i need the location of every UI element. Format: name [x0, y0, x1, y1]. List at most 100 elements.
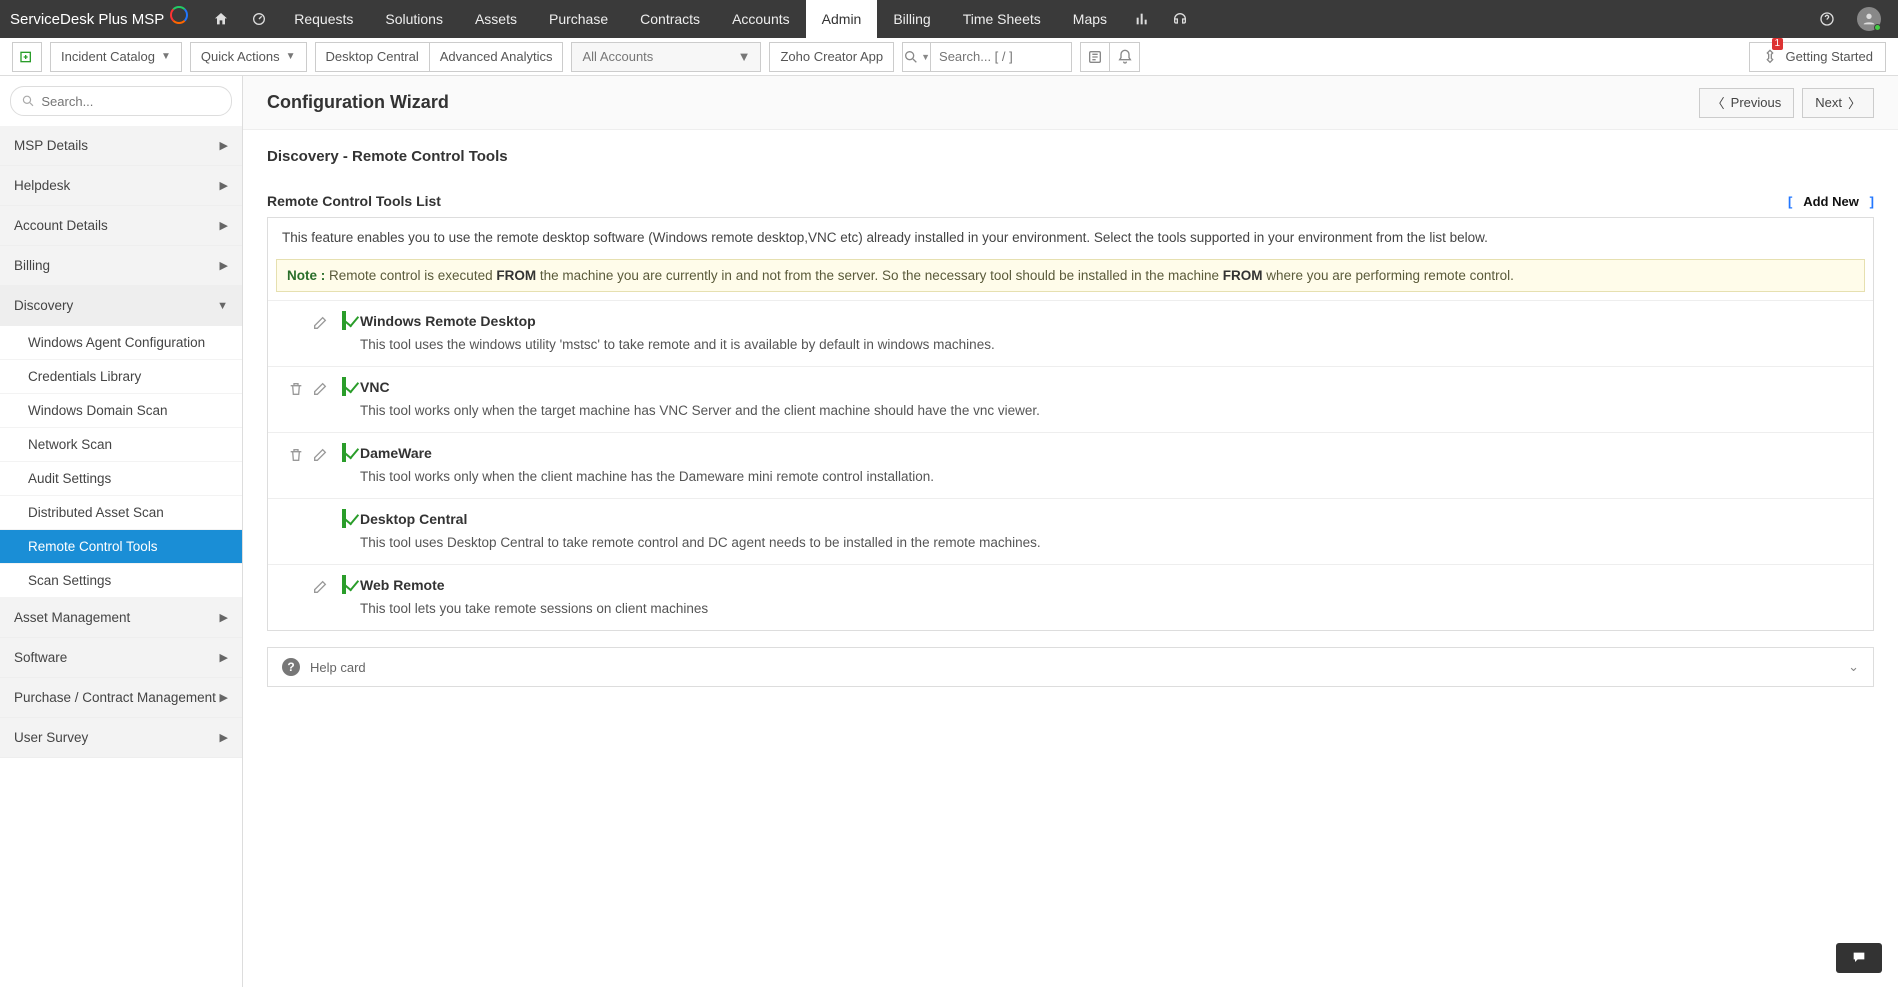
quick-actions-menu[interactable]: Quick Actions ▼	[190, 42, 307, 72]
chevron-right-icon: 〉	[1848, 93, 1861, 112]
enabled-check-icon[interactable]	[342, 575, 346, 594]
nav-tab-assets[interactable]: Assets	[459, 0, 533, 38]
sidebar-group-account[interactable]: Account Details ▶	[0, 206, 242, 246]
nav-tab-solutions[interactable]: Solutions	[369, 0, 459, 38]
chevron-down-icon: ▼	[217, 300, 228, 312]
bracket-left: [	[1788, 194, 1792, 209]
sidebar-item-scan-settings[interactable]: Scan Settings	[0, 564, 242, 598]
support-icon[interactable]	[1161, 0, 1199, 38]
chevron-right-icon: ▶	[220, 611, 228, 624]
help-card[interactable]: ? Help card ⌄	[267, 647, 1874, 687]
tool-row: DameWareThis tool works only when the cl…	[268, 432, 1873, 498]
enabled-check-icon[interactable]	[342, 509, 346, 528]
note-from-1: FROM	[496, 268, 536, 283]
search-input[interactable]	[931, 49, 1071, 64]
caret-down-icon: ▼	[286, 51, 296, 62]
next-button[interactable]: Next 〉	[1802, 88, 1874, 118]
enabled-check-icon[interactable]	[342, 377, 346, 396]
delete-icon[interactable]	[288, 447, 304, 463]
edit-icon[interactable]	[312, 315, 328, 331]
add-new-link[interactable]: [ Add New ]	[1788, 194, 1874, 209]
enabled-check-icon[interactable]	[342, 311, 346, 330]
nav-tab-purchase[interactable]: Purchase	[533, 0, 624, 38]
enabled-check-icon[interactable]	[342, 443, 346, 462]
dashboard-icon[interactable]	[240, 0, 278, 38]
toolbar: Incident Catalog ▼ Quick Actions ▼ Deskt…	[0, 38, 1898, 76]
sidebar-group-helpdesk[interactable]: Helpdesk ▶	[0, 166, 242, 206]
nav-tab-contracts[interactable]: Contracts	[624, 0, 716, 38]
help-icon[interactable]	[1808, 0, 1846, 38]
tool-desc: This tool lets you take remote sessions …	[360, 601, 1859, 616]
nav-tab-admin[interactable]: Admin	[806, 0, 878, 38]
incident-catalog-label: Incident Catalog	[61, 49, 155, 64]
nav-tab-timesheets[interactable]: Time Sheets	[947, 0, 1057, 38]
chevron-right-icon: ▶	[220, 651, 228, 664]
note-box: Note : Remote control is executed FROM t…	[276, 259, 1865, 292]
note-label: Note :	[287, 268, 325, 283]
chevron-right-icon: ▶	[220, 259, 228, 272]
edit-icon[interactable]	[312, 381, 328, 397]
quick-actions-label: Quick Actions	[201, 49, 280, 64]
global-search[interactable]: ▼	[902, 42, 1072, 72]
new-request-icon[interactable]	[12, 42, 42, 72]
incident-catalog-menu[interactable]: Incident Catalog ▼	[50, 42, 182, 72]
home-icon[interactable]	[202, 0, 240, 38]
list-title: Remote Control Tools List	[267, 193, 441, 209]
delete-icon[interactable]	[288, 381, 304, 397]
sidebar-group-software[interactable]: Software ▶	[0, 638, 242, 678]
sidebar-item-credentials[interactable]: Credentials Library	[0, 360, 242, 394]
chevron-right-icon: ▶	[220, 179, 228, 192]
zoho-creator-link[interactable]: Zoho Creator App	[769, 42, 894, 72]
sidebar-group-purchase[interactable]: Purchase / Contract Management ▶	[0, 678, 242, 718]
tools-panel: This feature enables you to use the remo…	[267, 217, 1874, 631]
sidebar-group-msp[interactable]: MSP Details ▶	[0, 126, 242, 166]
sidebar-search[interactable]	[10, 86, 232, 116]
chevron-down-icon: ⌄	[1848, 659, 1859, 675]
sidebar-item-distributed-scan[interactable]: Distributed Asset Scan	[0, 496, 242, 530]
caret-down-icon: ▼	[921, 52, 930, 62]
tool-desc: This tool uses the windows utility 'msts…	[360, 337, 1859, 352]
nav-tab-requests[interactable]: Requests	[278, 0, 369, 38]
previous-label: Previous	[1731, 95, 1782, 110]
previous-button[interactable]: 〈 Previous	[1699, 88, 1795, 118]
reports-icon[interactable]	[1123, 0, 1161, 38]
avatar-icon	[1857, 7, 1881, 31]
tool-title: DameWare	[360, 445, 1859, 461]
sidebar-group-survey[interactable]: User Survey ▶	[0, 718, 242, 758]
chevron-right-icon: ▶	[220, 219, 228, 232]
brand: ServiceDesk Plus MSP	[10, 10, 188, 28]
sidebar-group-asset[interactable]: Asset Management ▶	[0, 598, 242, 638]
getting-started-button[interactable]: 1 Getting Started	[1749, 42, 1886, 72]
pin-icon	[1762, 49, 1778, 65]
notifications-icon[interactable]	[1110, 42, 1140, 72]
tool-desc: This tool uses Desktop Central to take r…	[360, 535, 1859, 550]
nav-tab-accounts[interactable]: Accounts	[716, 0, 806, 38]
profile-menu[interactable]	[1850, 0, 1888, 38]
nav-tab-maps[interactable]: Maps	[1057, 0, 1123, 38]
desktop-central-link[interactable]: Desktop Central	[315, 42, 429, 72]
sidebar-group-label: Purchase / Contract Management	[14, 690, 216, 705]
getting-started-badge: 1	[1772, 38, 1784, 50]
tool-title: Windows Remote Desktop	[360, 313, 1859, 329]
chat-fab[interactable]	[1836, 943, 1882, 973]
edit-icon[interactable]	[312, 447, 328, 463]
brand-logo-icon	[170, 6, 188, 24]
account-selector[interactable]: All Accounts ▼	[571, 42, 761, 72]
sidebar-search-input[interactable]	[41, 94, 221, 109]
sidebar-group-discovery[interactable]: Discovery ▼	[0, 286, 242, 326]
brand-name: ServiceDesk Plus MSP	[10, 11, 164, 28]
nav-tab-billing[interactable]: Billing	[877, 0, 946, 38]
advanced-analytics-link[interactable]: Advanced Analytics	[429, 42, 564, 72]
search-scope-icon[interactable]: ▼	[903, 43, 931, 71]
sidebar-item-network-scan[interactable]: Network Scan	[0, 428, 242, 462]
sidebar-item-windows-agent[interactable]: Windows Agent Configuration	[0, 326, 242, 360]
sidebar-item-domain-scan[interactable]: Windows Domain Scan	[0, 394, 242, 428]
chevron-right-icon: ▶	[220, 691, 228, 704]
sidebar-item-audit-settings[interactable]: Audit Settings	[0, 462, 242, 496]
sidebar-item-remote-control[interactable]: Remote Control Tools	[0, 530, 242, 564]
sidebar-group-billing[interactable]: Billing ▶	[0, 246, 242, 286]
recent-items-icon[interactable]	[1080, 42, 1110, 72]
edit-icon[interactable]	[312, 579, 328, 595]
chevron-left-icon: 〈	[1712, 93, 1725, 112]
sidebar-group-label: Asset Management	[14, 610, 130, 625]
